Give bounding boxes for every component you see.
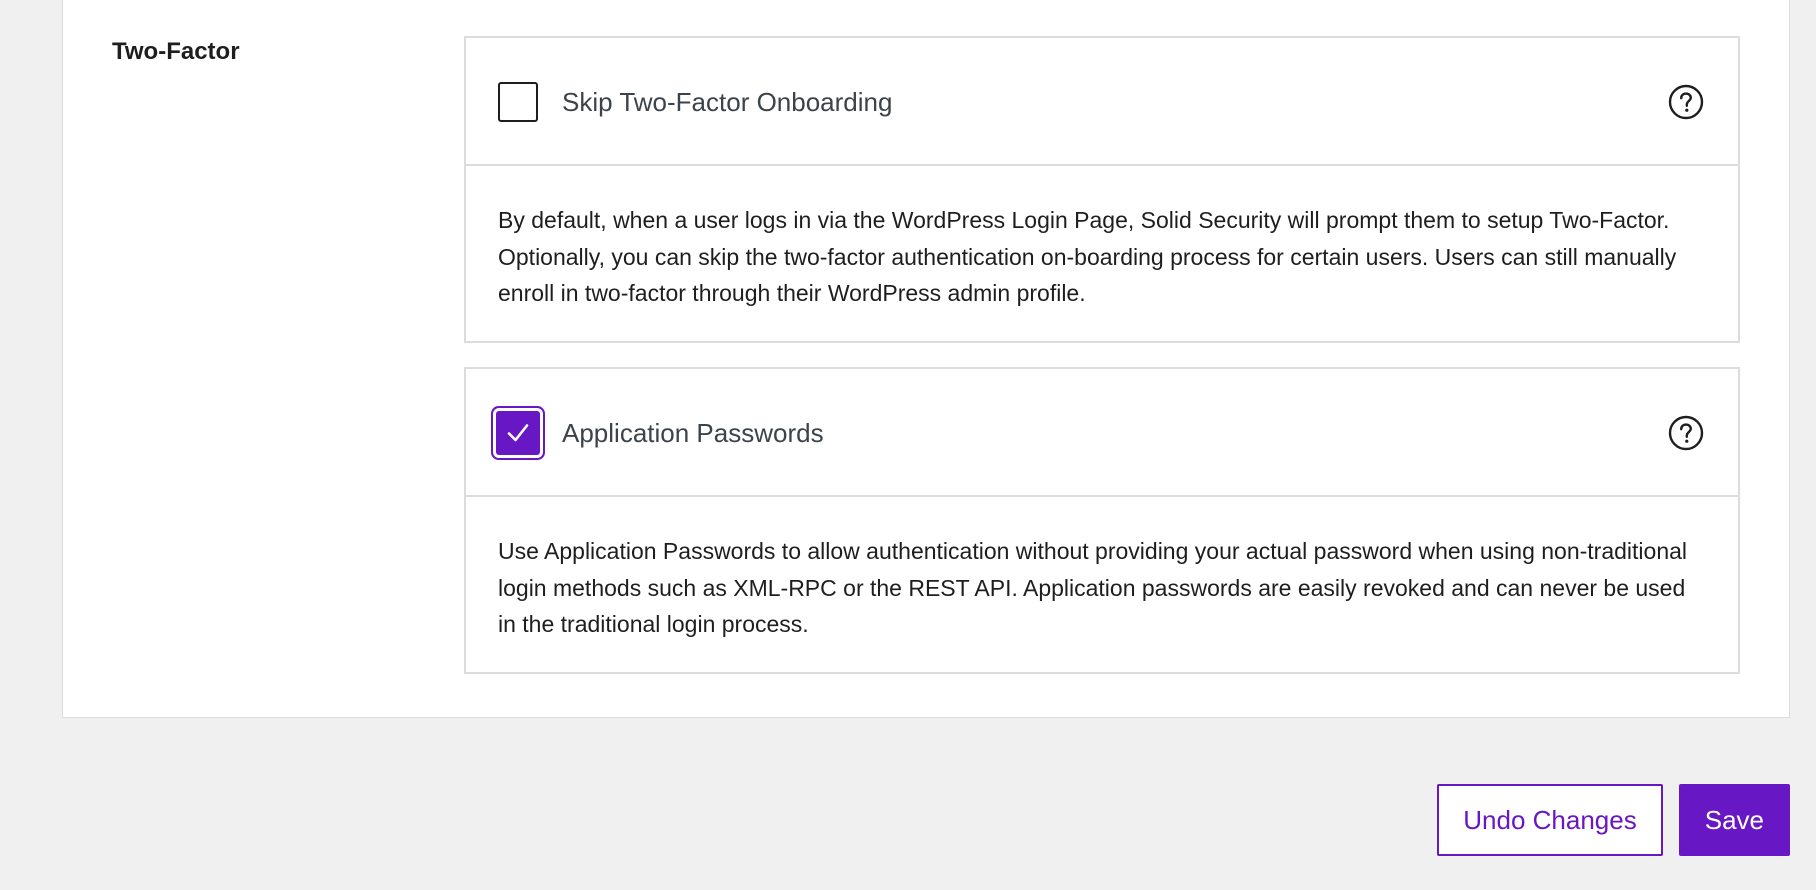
checkmark-icon [507,424,529,442]
setting-card-application-passwords: Application Passwords Use Application Pa… [464,367,1740,674]
setting-card-skip-onboarding: Skip Two-Factor Onboarding By default, w… [464,36,1740,343]
setting-title[interactable]: Skip Two-Factor Onboarding [562,86,892,118]
setting-description: By default, when a user logs in via the … [498,207,1677,306]
setting-card-header: Application Passwords [466,369,1738,497]
setting-card-header: Skip Two-Factor Onboarding [466,38,1738,166]
save-button[interactable]: Save [1678,784,1790,856]
footer-actions: Undo Changes Save [1437,784,1790,856]
help-circle-icon[interactable] [1668,84,1704,120]
undo-changes-button[interactable]: Undo Changes [1437,784,1663,856]
section-label: Two-Factor [112,38,240,65]
skip-onboarding-checkbox[interactable] [498,82,538,122]
help-circle-icon[interactable] [1668,415,1704,451]
application-passwords-checkbox[interactable] [496,411,540,455]
setting-description: Use Application Passwords to allow authe… [498,538,1688,637]
setting-title[interactable]: Application Passwords [562,417,824,449]
